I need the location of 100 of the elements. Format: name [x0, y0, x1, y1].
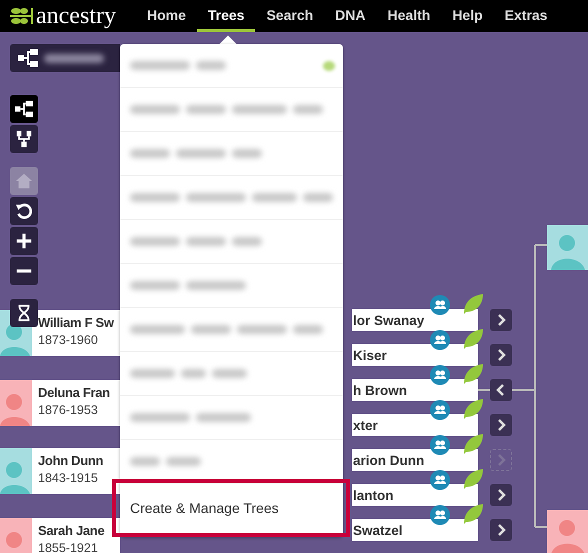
person-card[interactable]: xter	[352, 414, 478, 436]
logo-text[interactable]: ancestry	[36, 4, 116, 28]
person-card[interactable]: Swatzel	[352, 519, 478, 541]
blurred-text	[186, 105, 226, 114]
people-hint-icon[interactable]	[430, 295, 450, 315]
minus-icon	[15, 269, 33, 273]
blurred-text	[196, 413, 251, 422]
blurred-text	[44, 54, 104, 62]
chevron-right-icon	[496, 349, 506, 361]
expand-button[interactable]	[490, 519, 512, 541]
leaf-icon[interactable]	[462, 503, 484, 525]
tree-selector[interactable]	[10, 44, 120, 72]
leaf-icon[interactable]	[462, 328, 484, 350]
blurred-text	[130, 457, 160, 466]
chevron-right-icon	[496, 314, 506, 326]
blurred-text	[303, 193, 333, 202]
nav-link[interactable]: Help	[441, 0, 494, 32]
blurred-text	[130, 325, 185, 334]
person-card[interactable]: arion Dunn	[352, 449, 478, 471]
leaf-logo-icon	[8, 6, 34, 26]
blurred-text	[232, 105, 287, 114]
people-hint-icon[interactable]	[430, 400, 450, 420]
chevron-right-icon	[496, 454, 506, 466]
blurred-text	[293, 325, 323, 334]
person-name: arion Dunn	[352, 452, 424, 468]
person-card[interactable]: Deluna Fran 1876-1953	[0, 380, 120, 426]
blurred-text	[212, 369, 247, 378]
nav-link[interactable]: DNA	[324, 0, 377, 32]
people-hint-icon[interactable]	[430, 435, 450, 455]
menu-link[interactable]: Create & Manage Trees	[116, 500, 279, 516]
refresh-button[interactable]	[10, 197, 38, 225]
person-name: h Brown	[352, 382, 407, 398]
zoom-out-button[interactable]	[10, 257, 38, 285]
nav-link[interactable]: Extras	[494, 0, 558, 32]
refresh-icon	[15, 202, 33, 220]
blurred-text	[130, 193, 180, 202]
leaf-icon[interactable]	[462, 398, 484, 420]
blurred-text	[130, 149, 170, 158]
dna-button[interactable]	[10, 299, 38, 327]
blurred-text	[232, 149, 262, 158]
person-card[interactable]: John Dunn 1843-1915	[0, 448, 120, 494]
family-tree-icon	[15, 130, 33, 148]
blurred-text	[176, 149, 226, 158]
person-card[interactable]: William F Sw 1873-1960	[0, 310, 120, 356]
person-card[interactable]: Sarah Jane 1855-1921	[0, 518, 120, 553]
blurred-text	[196, 61, 226, 70]
life-dates: 1873-1960	[38, 333, 99, 347]
person-name: Kiser	[352, 348, 387, 362]
blurred-text	[130, 413, 190, 422]
nav-link[interactable]: Search	[255, 0, 324, 32]
leaf-icon[interactable]	[462, 293, 484, 315]
chevron-left-icon	[496, 384, 506, 396]
expand-button[interactable]	[490, 344, 512, 366]
blurred-text	[130, 105, 180, 114]
person-name: Sarah Jane	[38, 523, 104, 538]
blurred-text	[186, 237, 226, 246]
blurred-text	[252, 193, 297, 202]
expand-button[interactable]	[490, 414, 512, 436]
person-name: lanton	[352, 488, 394, 502]
leaf-icon[interactable]	[462, 433, 484, 455]
person-name: John Dunn	[38, 453, 104, 468]
chevron-right-icon	[496, 419, 506, 431]
blurred-text	[237, 325, 287, 334]
person-name: lor Swanay	[352, 312, 424, 328]
blurred-text	[186, 193, 246, 202]
leaf-icon[interactable]	[462, 363, 484, 385]
plus-icon	[15, 232, 33, 250]
pedigree-view-button[interactable]	[10, 95, 38, 123]
chevron-right-icon	[496, 489, 506, 501]
people-hint-icon[interactable]	[430, 505, 450, 525]
life-dates: 1843-1915	[38, 471, 99, 485]
nav-link[interactable]: Health	[376, 0, 442, 32]
person-name: Swatzel	[352, 522, 403, 538]
blurred-text	[130, 369, 175, 378]
people-hint-icon[interactable]	[430, 470, 450, 490]
expand-button[interactable]	[490, 309, 512, 331]
pedigree-icon	[15, 100, 33, 118]
pedigree-icon	[18, 49, 38, 67]
blurred-text	[293, 105, 323, 114]
nav-link[interactable]: Home	[136, 0, 197, 32]
nav-link[interactable]: Trees	[196, 0, 256, 32]
leaf-icon[interactable]	[462, 468, 484, 490]
zoom-in-button[interactable]	[10, 227, 38, 255]
expand-button[interactable]	[490, 484, 512, 506]
person-name: Deluna Fran	[38, 385, 110, 400]
expand-button[interactable]	[490, 379, 512, 401]
blurred-text	[181, 369, 206, 378]
blurred-text	[130, 237, 180, 246]
home-icon	[15, 172, 33, 190]
blurred-text	[130, 281, 180, 290]
blurred-text	[130, 61, 190, 70]
people-hint-icon[interactable]	[430, 365, 450, 385]
person-card[interactable]: lanton	[352, 484, 478, 506]
life-dates: 1855-1921	[38, 541, 99, 553]
people-hint-icon[interactable]	[430, 330, 450, 350]
person-card[interactable]: Kiser	[352, 344, 478, 366]
family-view-button[interactable]	[10, 125, 38, 153]
person-card[interactable]: h Brown	[352, 379, 478, 401]
person-card[interactable]: lor Swanay	[352, 309, 478, 331]
blurred-text	[191, 325, 231, 334]
